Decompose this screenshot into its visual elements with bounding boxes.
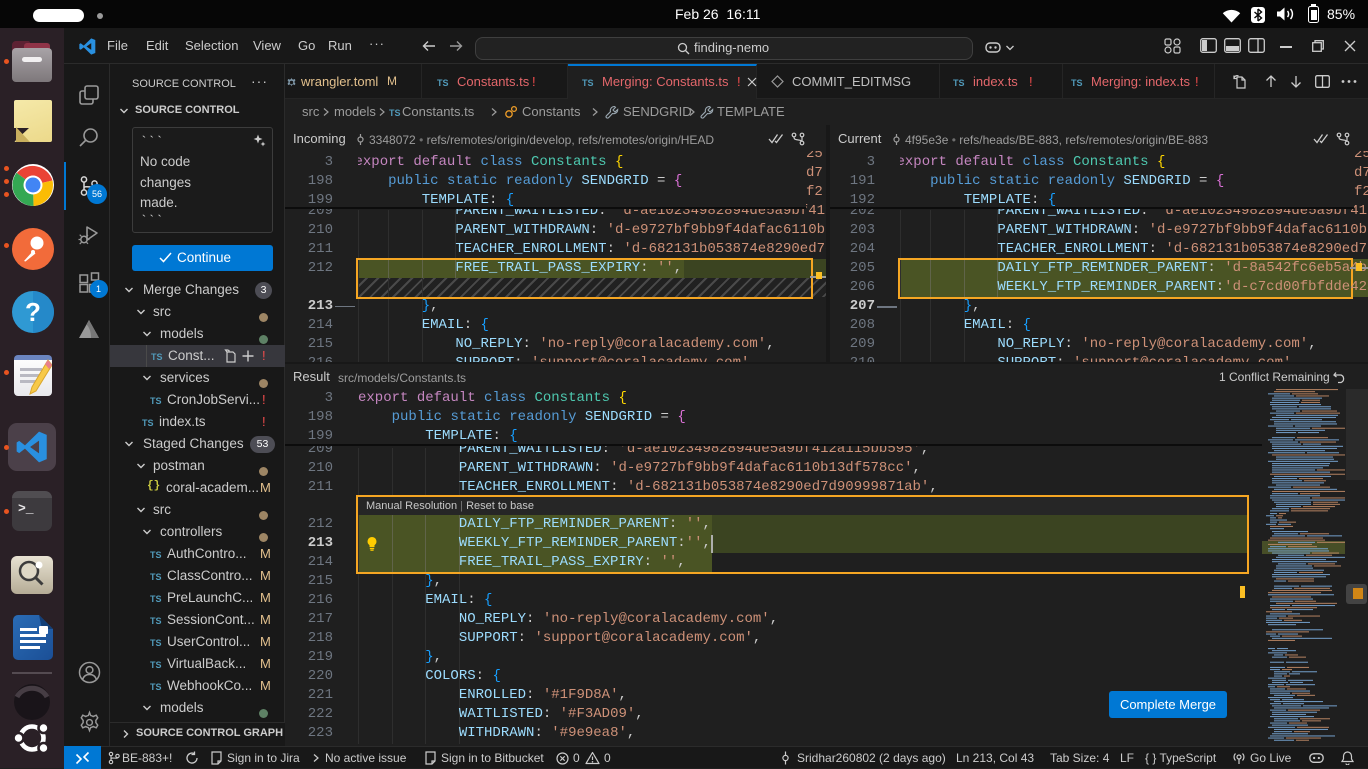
- svg-text:?: ?: [25, 297, 41, 327]
